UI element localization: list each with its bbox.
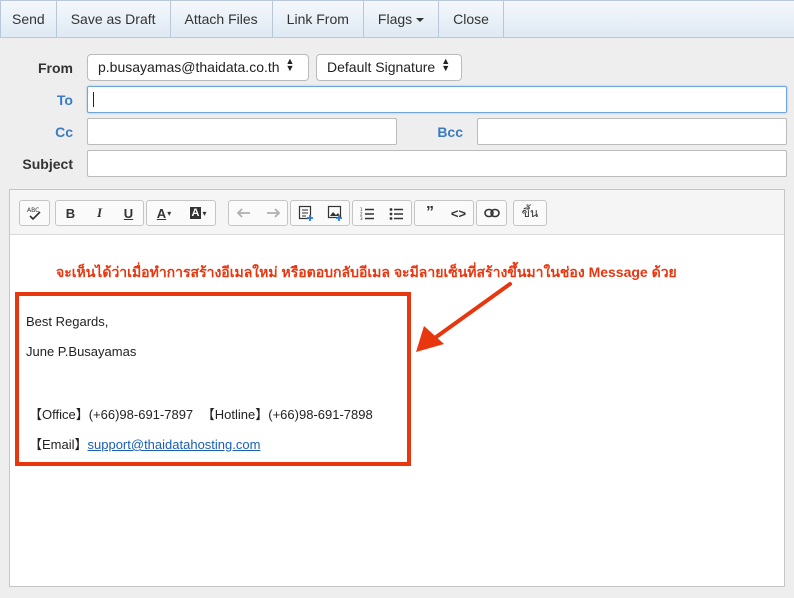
signature-line-regards: Best Regards, [26,314,109,329]
updown-icon: ▲ ▼ [441,56,451,73]
thai-format-button[interactable]: ขึ้น [514,201,546,225]
signature-line-name: June P.Busayamas [26,344,137,359]
dropdown-arrow-icon: ▾ [202,208,207,218]
signature-line-phones: 【Office】(+66)98-691-7897 【Hotline】(+66)9… [29,404,373,423]
save-as-draft-button[interactable]: Save as Draft [57,1,171,37]
subject-input[interactable] [87,150,787,177]
signature-select-value: Default Signature [327,59,436,75]
dropdown-arrow-icon: ▾ [167,208,172,218]
background-color-letter: A [189,207,202,219]
annotation-note: จะเห็นได้ว่าเมื่อทำการสร้างอีเมลใหม่ หรื… [56,264,677,280]
list-group: 123 [352,200,412,226]
from-select-value: p.busayamas@thaidata.co.th [98,59,280,75]
caret-down-icon [416,18,425,22]
block-group: ” <> [414,200,474,226]
bcc-label[interactable]: Bcc [410,124,463,140]
link-icon[interactable] [477,201,506,225]
insert-template-icon[interactable] [291,201,320,225]
close-button[interactable]: Close [439,1,504,37]
signature-line-email: 【Email】support@thaidatahosting.com [29,434,260,453]
red-arrow-icon [416,282,512,352]
signature-office: 【Office】(+66)98-691-7897 [29,407,194,422]
attach-files-button[interactable]: Attach Files [171,1,273,37]
svg-text:ABC: ABC [27,207,39,214]
spellcheck-icon[interactable]: ABC [20,201,49,225]
redo-icon[interactable] [258,201,287,225]
signature-email-label: 【Email】 [29,437,88,452]
cc-label[interactable]: Cc [20,124,73,140]
compose-toolbar: Send Save as Draft Attach Files Link Fro… [0,0,794,38]
link-from-button[interactable]: Link From [273,1,364,37]
underline-icon[interactable]: U [114,201,143,225]
bold-icon[interactable]: B [56,201,85,225]
svg-text:3: 3 [360,216,363,220]
undo-icon[interactable] [229,201,258,225]
insert-group [290,200,350,226]
flags-label: Flags [377,11,413,27]
send-button[interactable]: Send [1,1,57,37]
from-label: From [38,60,73,76]
bcc-input[interactable] [477,118,787,145]
text-cursor [93,92,94,107]
font-color-letter: A [156,205,167,221]
color-group: A ▾ A ▾ [146,200,216,226]
numbered-list-icon[interactable]: 123 [353,201,382,225]
updown-icon: ▲ ▼ [285,56,295,73]
signature-email-link[interactable]: support@thaidatahosting.com [88,437,261,452]
subject-label: Subject [22,156,73,172]
signature-hotline: 【Hotline】(+66)98-691-7898 [201,407,373,422]
spellcheck-group: ABC [19,200,50,226]
signature-select[interactable]: Default Signature ▲ ▼ [316,54,462,81]
background-color-icon[interactable]: A ▾ [181,201,215,225]
thai-group: ขึ้น [513,200,547,226]
font-color-icon[interactable]: A ▾ [147,201,181,225]
format-group: B I U [55,200,144,226]
editor-toolbar: ABC B I U A ▾ A ▾ 1 2 3 ” <> ขึ้น [10,190,784,235]
code-icon[interactable]: <> [444,201,473,225]
link-group [476,200,507,226]
italic-icon[interactable]: I [85,201,114,225]
to-input[interactable] [87,86,787,113]
bulleted-list-icon[interactable] [382,201,411,225]
cc-input[interactable] [87,118,397,145]
flags-button[interactable]: Flags [364,1,440,37]
to-label[interactable]: To [20,92,73,108]
insert-image-icon[interactable] [320,201,349,225]
history-group [228,200,288,226]
blockquote-icon[interactable]: ” [415,201,444,225]
from-select[interactable]: p.busayamas@thaidata.co.th ▲ ▼ [87,54,309,81]
